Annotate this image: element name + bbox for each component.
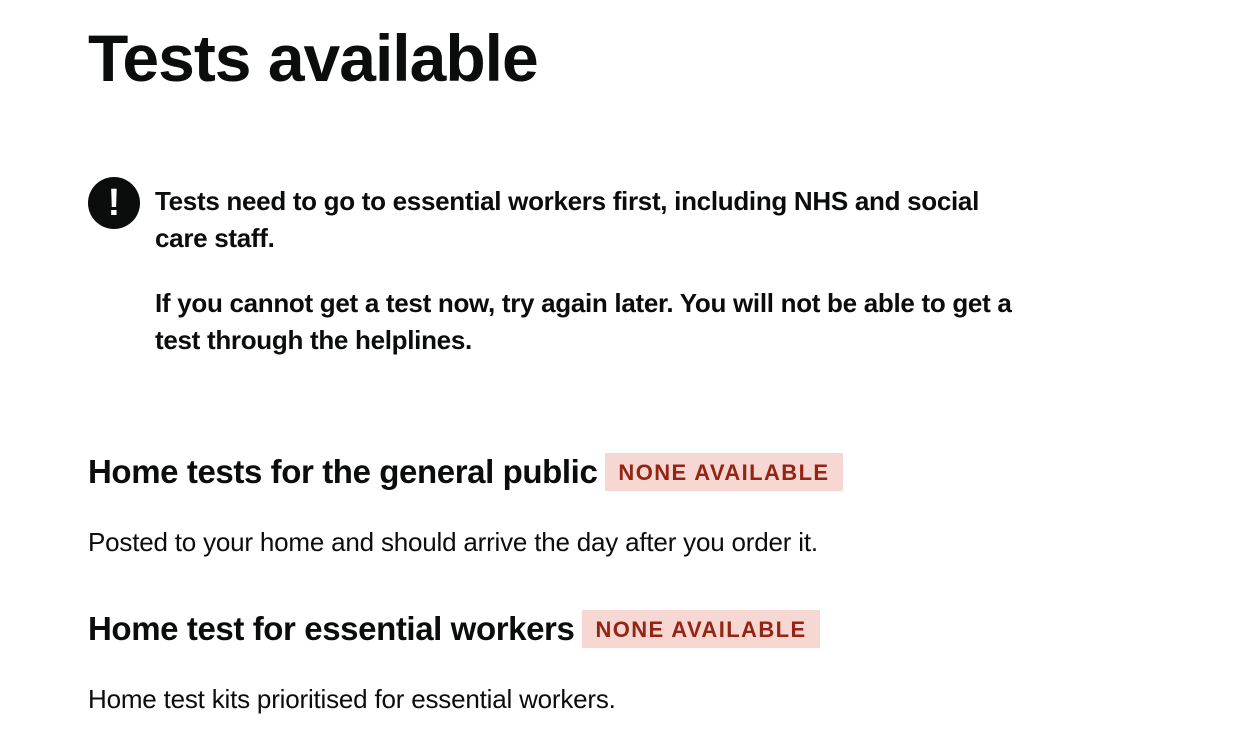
- test-heading-essential-workers: Home test for essential workers NONE AVA…: [88, 609, 820, 649]
- test-heading-text: Home tests for the general public: [88, 453, 598, 490]
- test-description: Posted to your home and should arrive th…: [88, 527, 818, 557]
- warning-paragraph: If you cannot get a test now, try again …: [155, 288, 1012, 355]
- warning-text: Tests need to go to essential workers fi…: [155, 183, 1035, 387]
- status-badge: NONE AVAILABLE: [605, 453, 843, 491]
- test-heading-text: Home test for essential workers: [88, 610, 575, 647]
- page-title: Tests available: [88, 21, 539, 95]
- test-heading-general-public: Home tests for the general public NONE A…: [88, 452, 843, 492]
- warning-paragraph: Tests need to go to essential workers fi…: [155, 186, 979, 253]
- status-badge: NONE AVAILABLE: [582, 610, 820, 648]
- exclamation-icon: !: [88, 177, 140, 229]
- test-description: Home test kits prioritised for essential…: [88, 684, 616, 714]
- page: Tests available ! Tests need to go to es…: [0, 0, 1254, 745]
